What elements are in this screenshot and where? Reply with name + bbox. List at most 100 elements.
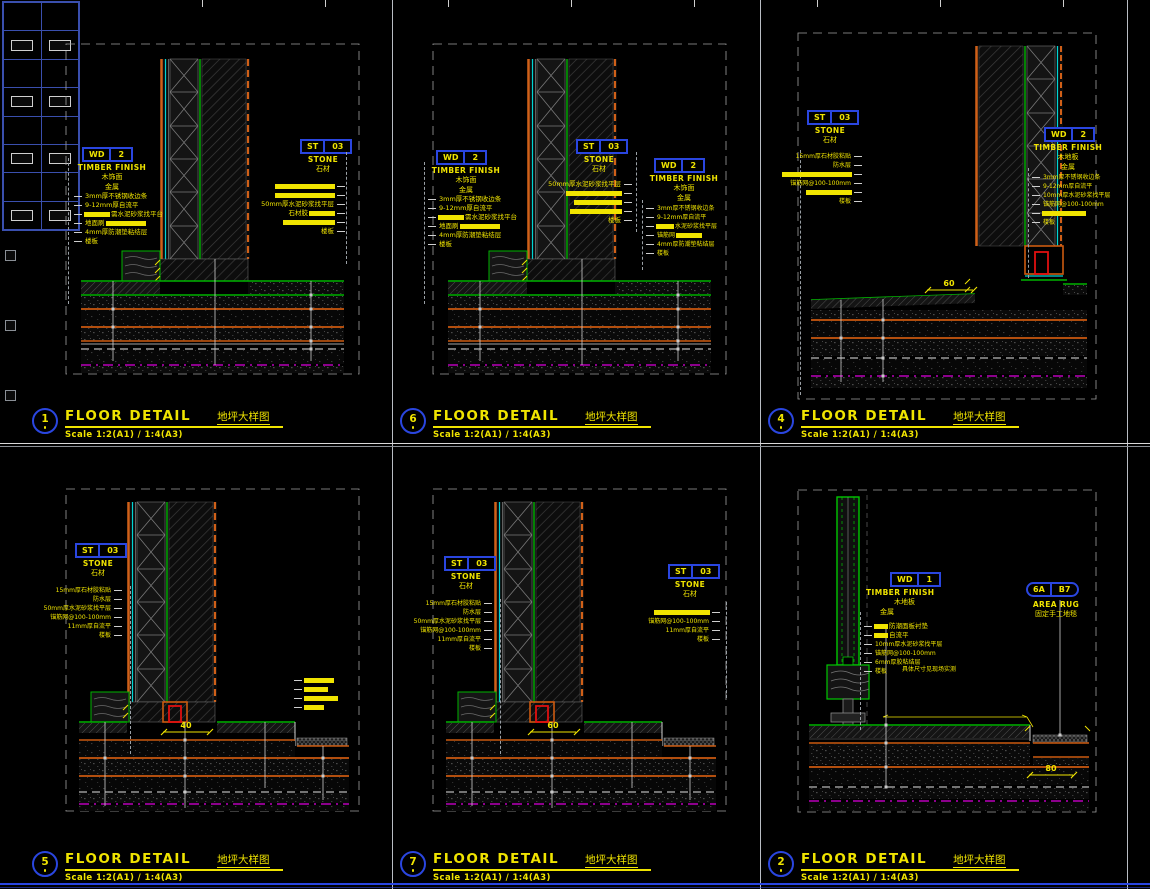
annotation-row: 楼板 (428, 240, 518, 249)
highlight-bar (275, 193, 335, 199)
annotation-row: 锚筋网@100-100mm (34, 613, 122, 622)
annotation-list: 3mm厚不锈钢收边条 9-12mm厚自流平 需水泥砂浆找平台 地面刷 4mm厚防… (74, 192, 164, 246)
highlight-bar (676, 233, 702, 239)
annotation-text: 4mm厚防潮垫粘结层 (438, 231, 502, 240)
annotation-text: 楼板 (607, 216, 622, 225)
detail-title-block: 5 FLOOR DETAIL地坪大样图 Scale 1:2(A1) / 1:4(… (32, 851, 283, 883)
annotation-row: 50mm厚水泥砂浆找平层 (404, 617, 492, 626)
detail-number-badge: 2 (768, 851, 794, 877)
annotation-text: 4mm厚防潮垫粘结层 (84, 228, 148, 237)
annotation-row: 9-12mm厚自流平 (646, 213, 718, 222)
highlight-bar (874, 624, 888, 630)
annotation-row: 地面刷 (428, 222, 518, 231)
annotation-row (233, 218, 345, 227)
tag-number: 03 (601, 141, 626, 152)
annotation-row (624, 608, 720, 617)
annotation-text: 锚筋网 (656, 231, 676, 240)
highlight-bar (460, 224, 500, 230)
annotation-text: 水泥砂浆找平层 (674, 222, 718, 231)
annotation-text: 9-12mm厚自流平 (84, 201, 139, 210)
detail-number: 1 (41, 413, 48, 425)
finish-name: TIMBER FINISH 木饰面 金属 (56, 163, 168, 192)
annotation-row: 11mm厚自流平 (404, 635, 492, 644)
detail-scale: Scale 1:2(A1) / 1:4(A3) (65, 430, 283, 440)
annotation-row: 锚筋网 (646, 231, 718, 240)
highlight-bar (1042, 211, 1086, 217)
annotation-row (524, 198, 632, 207)
annotation-text: 需水泥砂浆找平台 (464, 213, 518, 222)
tag-number: 2 (1073, 129, 1093, 140)
dimension-value: 80 (1045, 764, 1057, 773)
annotation-text: 楼板 (696, 635, 710, 644)
highlight-bar (782, 172, 852, 178)
highlight-bar (283, 220, 335, 226)
margin-mark (5, 250, 16, 261)
annotation-row: 4mm厚防潮垫粘结层 (74, 228, 164, 237)
highlight-bar (275, 184, 335, 190)
annotation-row: 楼板 (233, 227, 345, 236)
annotation-row (1032, 209, 1111, 218)
annotation-text: 4mm厚防潮垫粘结层 (656, 240, 716, 249)
annotation-row (294, 694, 338, 703)
leader-spine (726, 602, 727, 698)
annotation-text: 楼板 (468, 644, 482, 653)
detail-drawing: 80 (797, 489, 1097, 813)
annotation-text: 50mm厚水泥砂浆找平层 (547, 180, 622, 189)
annotation-row: 锚筋网@100-100mm (864, 649, 943, 658)
detail-scale: Scale 1:2(A1) / 1:4(A3) (65, 873, 283, 883)
tag-number: 03 (693, 566, 718, 577)
highlight-bar (84, 212, 110, 218)
highlight-bar (304, 678, 334, 684)
leader-spine (130, 586, 131, 754)
annotation-text: 50mm厚水泥砂浆找平层 (43, 604, 112, 613)
annotation-list: 15mm厚石材胶粘贴 防水层 50mm厚水泥砂浆找平层 锚筋网@100-100m… (34, 586, 122, 640)
finish-name: STONE 石材 (52, 559, 144, 578)
annotation-text: 3mm厚不锈钢收边条 (84, 192, 148, 201)
annotation-row: 防潮面板衬垫 (864, 622, 943, 631)
detail-title: FLOOR DETAIL (801, 408, 927, 424)
detail-scale: Scale 1:2(A1) / 1:4(A3) (801, 873, 1019, 883)
annotation-row: 楼板 (404, 644, 492, 653)
annotation-text: 3mm厚不锈钢收边条 (656, 204, 716, 213)
annotation-text: 防潮面板衬垫 (888, 622, 929, 631)
field-note: 具体尺寸见现场实测 (902, 664, 956, 673)
annotation-text: 50mm厚水泥砂浆找平层 (260, 200, 335, 209)
annotation-text: 15mm厚石材胶粘贴 (425, 599, 482, 608)
detail-number: 2 (777, 856, 784, 868)
detail-scale: Scale 1:2(A1) / 1:4(A3) (433, 873, 651, 883)
annotation-row: 水泥砂浆找平层 (646, 222, 718, 231)
highlight-bar (656, 224, 674, 230)
tag-number: 03 (832, 112, 857, 123)
leader-spine (1028, 168, 1029, 278)
annotation-row: 石材胶 (233, 209, 345, 218)
annotation-row (233, 191, 345, 200)
leader-spine (68, 158, 69, 304)
finish-tag-wd: WD1 (890, 572, 941, 587)
floor-detail-panel-3: 60 ST03 STONE 石材 15mm厚石材胶粘贴 防水层 锚筋网@100-… (764, 0, 1128, 446)
detail-title-block: 4 FLOOR DETAIL地坪大样图 Scale 1:2(A1) / 1:4(… (768, 408, 1019, 440)
annotation-list (294, 676, 338, 712)
annotation-text: 10mm厚水泥砂浆找平层 (1042, 191, 1111, 200)
floor-detail-panel-1: WD2 TIMBER FINISH 木饰面 金属 3mm厚不锈钢收边条 9-12… (28, 0, 392, 446)
annotation-text: 9-12mm厚自流平 (656, 213, 707, 222)
annotation-row: 50mm厚水泥砂浆找平层 (233, 200, 345, 209)
annotation-list: 50mm厚水泥砂浆找平层 楼板 (524, 180, 632, 225)
annotation-row: 自流平 (864, 631, 943, 640)
annotation-row: 50mm厚水泥砂浆找平层 (34, 604, 122, 613)
detail-title: FLOOR DETAIL (433, 408, 559, 424)
finish-name: STONE 石材 (278, 155, 368, 174)
detail-number: 5 (41, 856, 48, 868)
annotation-list: 15mm厚石材胶粘贴 防水层 50mm厚水泥砂浆找平层 锚筋网@100-100m… (404, 599, 492, 653)
annotation-text: 地面刷 (438, 222, 460, 231)
detail-number: 4 (777, 413, 784, 425)
panel-divider (760, 0, 761, 889)
annotation-list: 锚筋网@100-100mm 11mm厚自流平 楼板 (624, 608, 720, 644)
finish-tag-wd: WD2 (654, 158, 705, 173)
tag-number: B7 (1052, 584, 1078, 595)
annotation-text: 地面刷 (84, 219, 106, 228)
finish-name: AREA RUG 固定手工地毯 (1006, 600, 1106, 619)
detail-scale: Scale 1:2(A1) / 1:4(A3) (433, 430, 651, 440)
annotation-text: 自流平 (888, 631, 910, 640)
finish-name: STONE 石材 (644, 580, 736, 599)
margin-mark (5, 320, 16, 331)
